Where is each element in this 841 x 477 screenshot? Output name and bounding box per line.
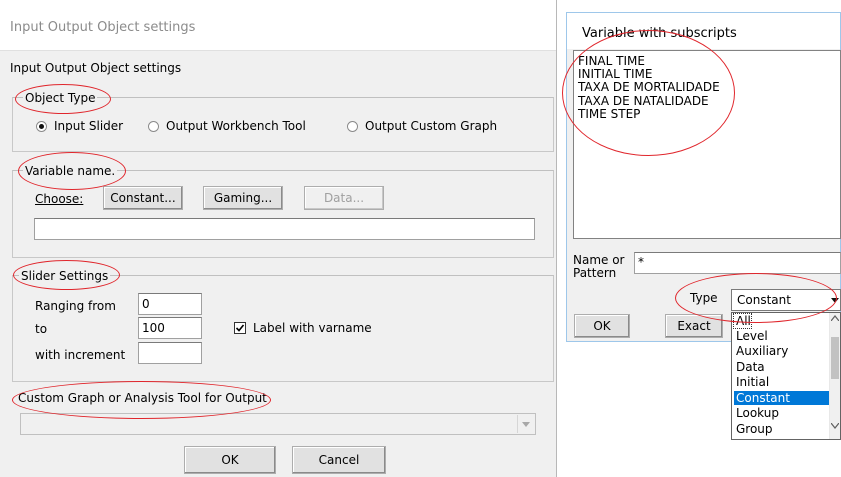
list-item[interactable]: TIME STEP xyxy=(578,108,640,120)
list-item[interactable]: TAXA DE NATALIDADE xyxy=(578,95,709,107)
variable-name-input[interactable] xyxy=(34,218,535,240)
radio-unchecked-icon xyxy=(148,120,159,132)
to-label: to xyxy=(35,322,48,336)
type-select[interactable]: Constant xyxy=(731,289,841,311)
variable-name-group xyxy=(12,170,554,258)
list-item[interactable]: FINAL TIME xyxy=(578,55,645,67)
radio-label: Output Custom Graph xyxy=(365,119,498,133)
checkbox-checked-icon xyxy=(234,322,246,334)
dropdown-scrollbar[interactable] xyxy=(829,313,840,439)
name-pattern-label-line2: Pattern xyxy=(573,266,617,280)
list-item[interactable]: INITIAL TIME xyxy=(578,68,652,80)
dialog-heading: Input Output Object settings xyxy=(10,61,182,75)
radio-output-workbench-tool[interactable]: Output Workbench Tool xyxy=(148,119,306,133)
data-button[interactable]: Data... xyxy=(304,186,384,210)
increment-input[interactable] xyxy=(138,342,202,364)
variable-name-legend: Variable name. xyxy=(23,164,118,178)
dialog-titlebar: Variable with subscripts xyxy=(567,13,840,49)
chevron-down-icon xyxy=(517,415,534,433)
checkbox-label: Label with varname xyxy=(253,321,372,335)
object-type-legend: Object Type xyxy=(23,91,98,105)
dropdown-option[interactable]: Auxiliary xyxy=(734,344,788,358)
scroll-down-icon xyxy=(831,423,839,429)
radio-label: Input Slider xyxy=(54,119,124,133)
scroll-up-icon xyxy=(831,315,839,321)
list-item[interactable]: TAXA DE MORTALIDADE xyxy=(578,81,720,93)
variable-list[interactable]: FINAL TIME INITIAL TIME TAXA DE MORTALID… xyxy=(573,50,841,239)
dropdown-option[interactable]: Data xyxy=(734,360,765,374)
dropdown-option[interactable]: Level xyxy=(734,329,768,343)
type-dropdown-list[interactable]: All Level Auxiliary Data Initial Constan… xyxy=(731,312,841,440)
dialog-titlebar: Input Output Object settings xyxy=(0,0,556,51)
cancel-button[interactable]: Cancel xyxy=(292,446,386,474)
subscripts-ok-button[interactable]: OK xyxy=(574,314,630,338)
choose-label: Choose: xyxy=(35,192,84,206)
name-pattern-input[interactable]: * xyxy=(634,252,841,274)
label-with-varname-checkbox[interactable]: Label with varname xyxy=(234,321,372,335)
gaming-button[interactable]: Gaming... xyxy=(203,186,283,210)
dropdown-option-selected[interactable]: Constant xyxy=(734,391,832,405)
type-label: Type xyxy=(690,291,718,305)
constant-button[interactable]: Constant... xyxy=(103,186,183,210)
radio-output-custom-graph[interactable]: Output Custom Graph xyxy=(347,119,497,133)
slider-settings-legend: Slider Settings xyxy=(19,269,111,283)
ok-button[interactable]: OK xyxy=(184,446,276,474)
increment-label: with increment xyxy=(35,348,126,362)
dropdown-option[interactable]: Group xyxy=(734,422,773,436)
radio-checked-icon xyxy=(36,120,47,132)
window-title: Variable with subscripts xyxy=(582,26,737,41)
radio-label: Output Workbench Tool xyxy=(166,119,306,133)
to-input[interactable]: 100 xyxy=(138,317,202,339)
scrollbar-thumb[interactable] xyxy=(831,337,839,379)
chevron-down-icon xyxy=(830,291,839,309)
custom-graph-legend: Custom Graph or Analysis Tool for Output xyxy=(16,391,269,405)
radio-input-slider[interactable]: Input Slider xyxy=(36,119,123,133)
dropdown-option[interactable]: Initial xyxy=(734,375,769,389)
ranging-from-input[interactable]: 0 xyxy=(138,293,202,315)
dropdown-option[interactable]: Lookup xyxy=(734,406,779,420)
window-title: Input Output Object settings xyxy=(10,20,196,35)
type-selected-value: Constant xyxy=(737,293,791,307)
custom-graph-select[interactable] xyxy=(20,413,536,435)
exact-button[interactable]: Exact xyxy=(665,314,723,338)
ranging-from-label: Ranging from xyxy=(35,299,116,313)
dropdown-option[interactable]: All xyxy=(733,313,752,329)
radio-unchecked-icon xyxy=(347,120,358,132)
